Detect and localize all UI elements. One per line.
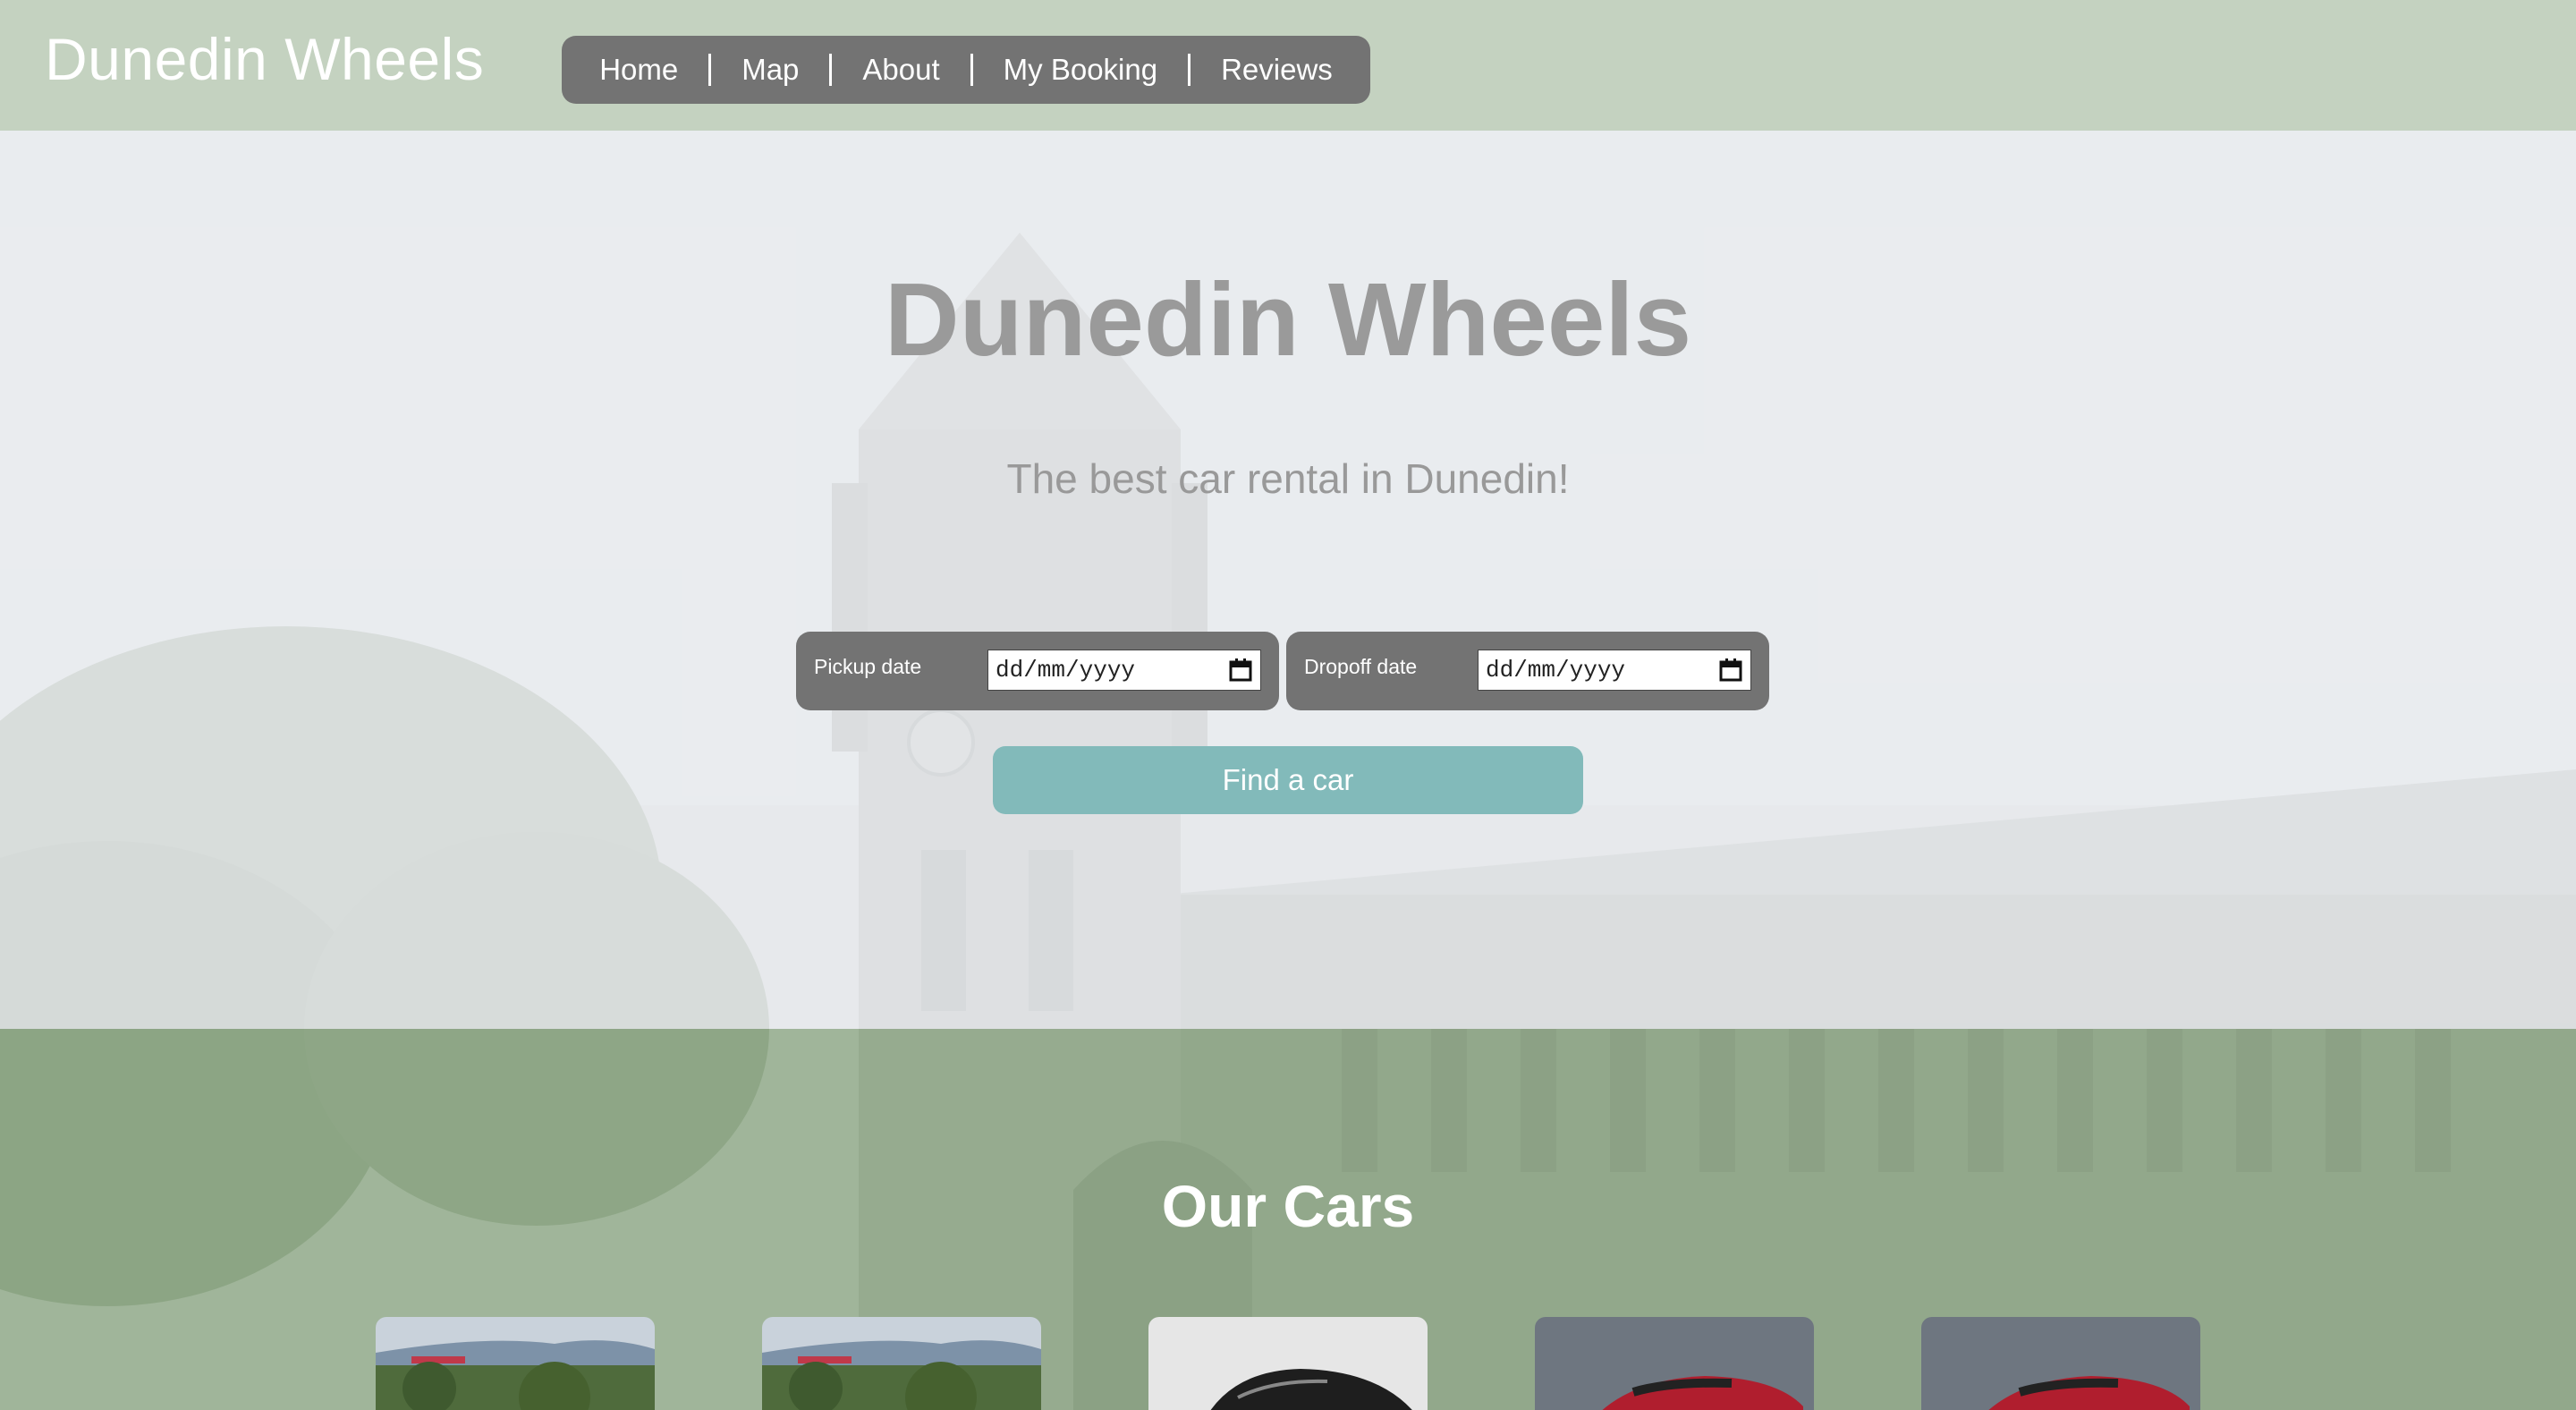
car-card-dark[interactable] [1148,1317,1428,1410]
nav-home[interactable]: Home [569,54,712,86]
pickup-date-input[interactable]: dd/mm/yyyy [987,650,1261,691]
calendar-icon[interactable] [1228,658,1253,683]
nav-my-booking[interactable]: My Booking [973,54,1191,86]
calendar-icon[interactable] [1718,658,1743,683]
car-image [762,1317,1041,1410]
car-card-landscape[interactable] [762,1317,1041,1410]
nav-map[interactable]: Map [711,54,833,86]
nav-about[interactable]: About [832,54,973,86]
nav-reviews[interactable]: Reviews [1191,54,1363,86]
hero-subtitle: The best car rental in Dunedin! [1006,455,1570,502]
cars-section-title: Our Cars [1161,1173,1415,1239]
dropoff-date-placeholder: dd/mm/yyyy [1486,657,1626,684]
car-image [376,1317,655,1410]
hero-title: Dunedin Wheels [884,261,1692,378]
brand-title[interactable]: Dunedin Wheels [45,25,484,93]
main-nav: Home Map About My Booking Reviews [562,36,1370,104]
car-card-landscape[interactable] [376,1317,655,1410]
car-image [1148,1317,1428,1410]
dropoff-date-group: Dropoff date dd/mm/yyyy [1286,632,1769,710]
pickup-date-label: Pickup date [814,655,922,678]
find-car-button[interactable]: Find a car [993,746,1583,814]
dropoff-date-label: Dropoff date [1304,655,1418,678]
car-card-red[interactable] [1921,1317,2200,1410]
dropoff-date-input[interactable]: dd/mm/yyyy [1478,650,1751,691]
car-card-red[interactable] [1535,1317,1814,1410]
pickup-date-group: Pickup date dd/mm/yyyy [796,632,1279,710]
top-bar: Dunedin Wheels Home Map About My Booking… [0,0,2576,131]
car-image [1921,1317,2200,1410]
car-image [1535,1317,1814,1410]
pickup-date-placeholder: dd/mm/yyyy [996,657,1136,684]
